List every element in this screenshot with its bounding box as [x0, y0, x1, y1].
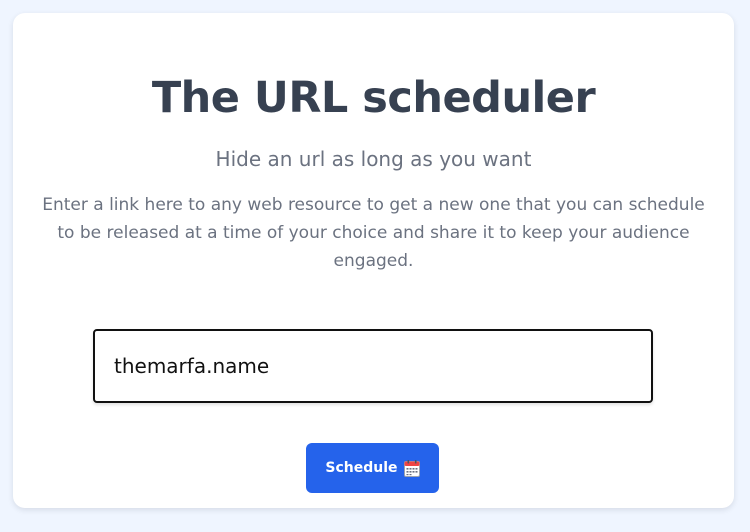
main-card: The URL scheduler Hide an url as long as…: [13, 13, 734, 508]
schedule-button[interactable]: Schedule: [306, 443, 439, 493]
page-title: The URL scheduler: [151, 73, 596, 123]
calendar-icon: [403, 459, 420, 477]
page-subtitle: Hide an url as long as you want: [215, 147, 532, 171]
url-input[interactable]: [93, 329, 653, 403]
page-description: Enter a link here to any web resource to…: [42, 195, 705, 271]
schedule-button-label: Schedule: [325, 460, 398, 476]
